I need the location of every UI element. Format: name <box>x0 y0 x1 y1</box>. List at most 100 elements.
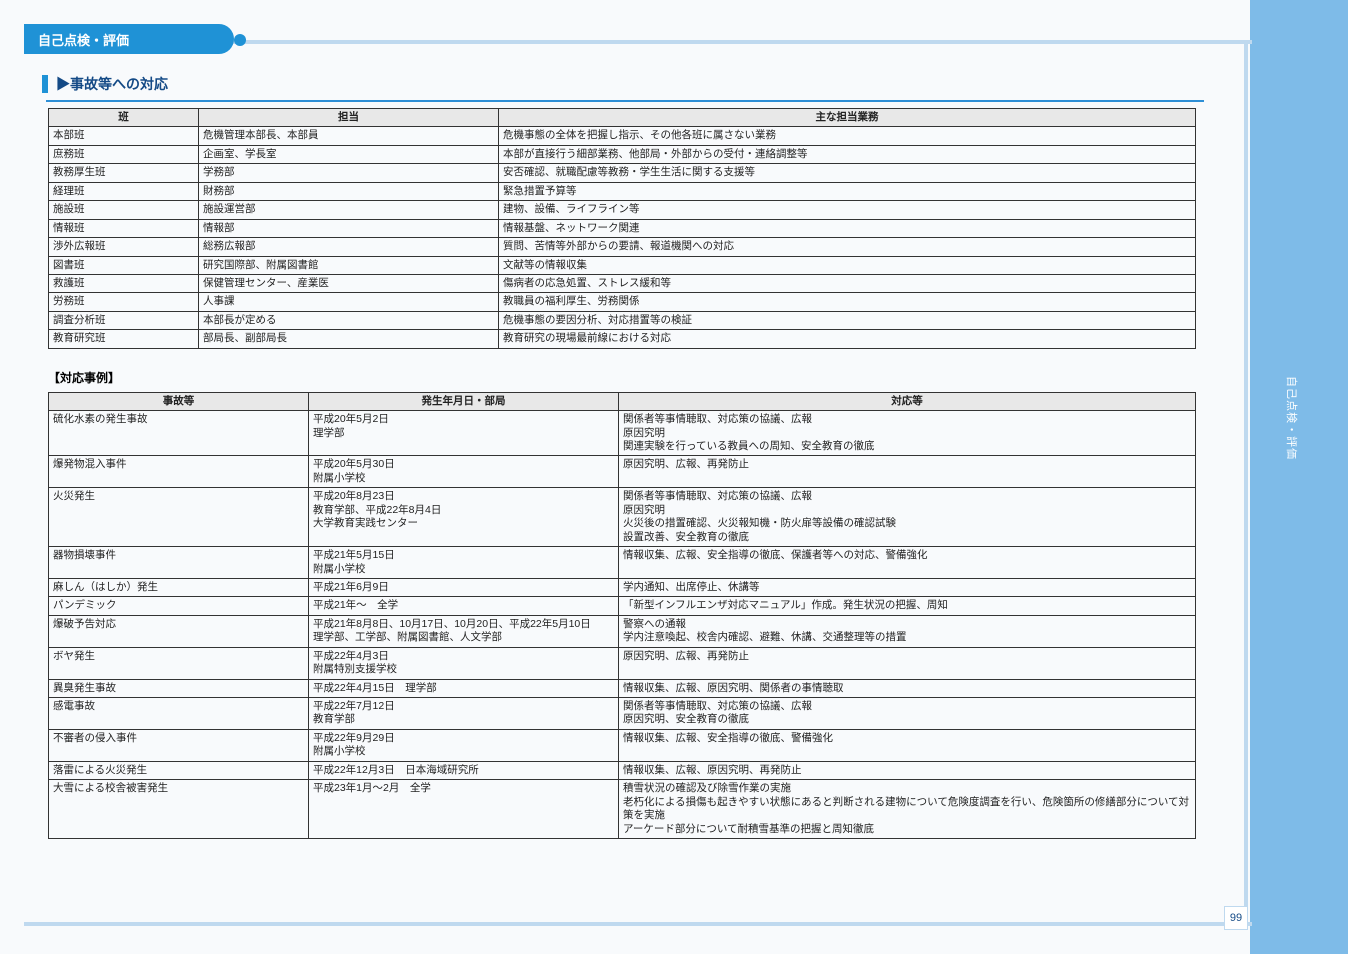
table-cell: 平成23年1月～2月 全学 <box>309 780 619 839</box>
table-row: 図書班研究国際部、附属図書館文献等の情報収集 <box>49 256 1196 274</box>
table-row: 情報班情報部情報基盤、ネットワーク関連 <box>49 219 1196 237</box>
table-cell: 平成21年6月9日 <box>309 578 619 596</box>
table-cell: 本部が直接行う細部業務、他部局・外部からの受付・連絡調整等 <box>499 145 1196 163</box>
table-cell: 落雷による火災発生 <box>49 761 309 779</box>
table-cell: 情報収集、広報、原因究明、再発防止 <box>619 761 1196 779</box>
table-row: 感電事故平成22年7月12日教育学部関係者等事情聴取、対応策の協議、広報原因究明… <box>49 698 1196 730</box>
table-row: 労務班人事課教職員の福利厚生、労務関係 <box>49 293 1196 311</box>
table-cell: 教育研究班 <box>49 330 199 348</box>
table-cell: 警察への通報学内注意喚起、校舎内確認、避難、休講、交通整理等の措置 <box>619 615 1196 647</box>
table-header-row: 班 担当 主な担当業務 <box>49 109 1196 127</box>
table-row: 本部班危機管理本部長、本部員危機事態の全体を把握し指示、その他各班に属さない業務 <box>49 127 1196 145</box>
section-head: ▶事故等への対応 <box>42 74 1222 94</box>
table-cell: 調査分析班 <box>49 311 199 329</box>
table-row: 経理班財務部緊急措置予算等 <box>49 182 1196 200</box>
table-row: 硫化水素の発生事故平成20年5月2日理学部関係者等事情聴取、対応策の協議、広報原… <box>49 411 1196 456</box>
table-cell: 関係者等事情聴取、対応策の協議、広報原因究明関連実験を行っている教員への周知、安… <box>619 411 1196 456</box>
th-2: 主な担当業務 <box>499 109 1196 127</box>
incident-table: 事故等 発生年月日・部局 対応等 硫化水素の発生事故平成20年5月2日理学部関係… <box>48 392 1196 839</box>
table-cell: 麻しん（はしか）発生 <box>49 578 309 596</box>
table-cell: 図書班 <box>49 256 199 274</box>
table-cell: 平成22年7月12日教育学部 <box>309 698 619 730</box>
table-cell: 質問、苦情等外部からの要請、報道機関への対応 <box>499 238 1196 256</box>
table-cell: 平成20年5月30日附属小学校 <box>309 456 619 488</box>
table-cell: 文献等の情報収集 <box>499 256 1196 274</box>
table-cell: 安否確認、就職配慮等教務・学生生活に関する支援等 <box>499 164 1196 182</box>
th-0: 班 <box>49 109 199 127</box>
section-marker-icon <box>42 75 48 93</box>
table-cell: 平成22年9月29日附属小学校 <box>309 729 619 761</box>
table-cell: 研究国際部、附属図書館 <box>199 256 499 274</box>
table-cell: 平成21年～ 全学 <box>309 597 619 615</box>
subhead: 【対応事例】 <box>48 369 1222 386</box>
table-cell: 教育研究の現場最前線における対応 <box>499 330 1196 348</box>
table-row: 渉外広報班総務広報部質問、苦情等外部からの要請、報道機関への対応 <box>49 238 1196 256</box>
tab-dot-icon <box>234 34 246 46</box>
table-cell: 部局長、副部局長 <box>199 330 499 348</box>
table-cell: 平成22年4月15日 理学部 <box>309 679 619 697</box>
table-row: 落雷による火災発生平成22年12月3日 日本海域研究所情報収集、広報、原因究明、… <box>49 761 1196 779</box>
org-table: 班 担当 主な担当業務 本部班危機管理本部長、本部員危機事態の全体を把握し指示、… <box>48 108 1196 349</box>
table-cell: 関係者等事情聴取、対応策の協議、広報原因究明火災後の措置確認、火災報知機・防火扉… <box>619 488 1196 547</box>
table-cell: 危機管理本部長、本部員 <box>199 127 499 145</box>
table-cell: 労務班 <box>49 293 199 311</box>
table-cell: 教務厚生班 <box>49 164 199 182</box>
table-cell: 「新型インフルエンザ対応マニュアル」作成。発生状況の把握、周知 <box>619 597 1196 615</box>
bottom-rule <box>24 922 1252 926</box>
table-row: 調査分析班本部長が定める危機事態の要因分析、対応措置等の検証 <box>49 311 1196 329</box>
table-cell: 関係者等事情聴取、対応策の協議、広報原因究明、安全教育の徹底 <box>619 698 1196 730</box>
table-cell: 経理班 <box>49 182 199 200</box>
table-row: 爆破予告対応平成21年8月8日、10月17日、10月20日、平成22年5月10日… <box>49 615 1196 647</box>
chapter-tab: 自己点検・評価 <box>24 24 234 54</box>
table-row: 大雪による校舎被害発生平成23年1月～2月 全学積雪状況の確認及び除雪作業の実施… <box>49 780 1196 839</box>
table-cell: 情報班 <box>49 219 199 237</box>
side-label: 自己点検・評価 <box>1284 376 1300 460</box>
table-cell: 爆発物混入事件 <box>49 456 309 488</box>
table-cell: 人事課 <box>199 293 499 311</box>
table-cell: 渉外広報班 <box>49 238 199 256</box>
table-row: 教務厚生班学務部安否確認、就職配慮等教務・学生生活に関する支援等 <box>49 164 1196 182</box>
table-cell: 原因究明、広報、再発防止 <box>619 647 1196 679</box>
page-number: 99 <box>1224 906 1248 930</box>
table-cell: 平成20年8月23日教育学部、平成22年8月4日大学教育実践センター <box>309 488 619 547</box>
page-root: 自己点検・評価 自己点検・評価 ▶事故等への対応 班 担当 主な担当業務 本部班… <box>0 0 1348 954</box>
table-cell: 庶務班 <box>49 145 199 163</box>
table-cell: 企画室、学長室 <box>199 145 499 163</box>
table-cell: 建物、設備、ライフライン等 <box>499 201 1196 219</box>
right-sidebar <box>1250 0 1348 954</box>
table-cell: 異臭発生事故 <box>49 679 309 697</box>
chapter-tab-label: 自己点検・評価 <box>38 30 129 49</box>
table-cell: 火災発生 <box>49 488 309 547</box>
table-row: 麻しん（はしか）発生平成21年6月9日学内通知、出席停止、休講等 <box>49 578 1196 596</box>
table-row: 器物損壊事件平成21年5月15日附属小学校情報収集、広報、安全指導の徹底、保護者… <box>49 547 1196 579</box>
right-inner-rule <box>1244 40 1248 910</box>
table-row: 爆発物混入事件平成20年5月30日附属小学校原因究明、広報、再発防止 <box>49 456 1196 488</box>
table-cell: 爆破予告対応 <box>49 615 309 647</box>
content: ▶事故等への対応 班 担当 主な担当業務 本部班危機管理本部長、本部員危機事態の… <box>42 62 1222 839</box>
th2-0: 事故等 <box>49 392 309 410</box>
th2-2: 対応等 <box>619 392 1196 410</box>
table-cell: 傷病者の応急処置、ストレス緩和等 <box>499 274 1196 292</box>
table-cell: 教職員の福利厚生、労務関係 <box>499 293 1196 311</box>
table-cell: 硫化水素の発生事故 <box>49 411 309 456</box>
table-cell: 緊急措置予算等 <box>499 182 1196 200</box>
table-cell: 積雪状況の確認及び除雪作業の実施老朽化による損傷も起きやすい状態にあると判断され… <box>619 780 1196 839</box>
table-cell: 施設運営部 <box>199 201 499 219</box>
table-cell: パンデミック <box>49 597 309 615</box>
table-cell: 器物損壊事件 <box>49 547 309 579</box>
table-cell: 原因究明、広報、再発防止 <box>619 456 1196 488</box>
section-rule <box>46 100 1204 102</box>
table-cell: 危機事態の要因分析、対応措置等の検証 <box>499 311 1196 329</box>
table-cell: 本部長が定める <box>199 311 499 329</box>
table-cell: 学内通知、出席停止、休講等 <box>619 578 1196 596</box>
table-cell: 施設班 <box>49 201 199 219</box>
table-cell: ボヤ発生 <box>49 647 309 679</box>
table-cell: 不審者の侵入事件 <box>49 729 309 761</box>
table-cell: 総務広報部 <box>199 238 499 256</box>
table-cell: 平成22年12月3日 日本海域研究所 <box>309 761 619 779</box>
table-cell: 情報収集、広報、安全指導の徹底、警備強化 <box>619 729 1196 761</box>
table-cell: 本部班 <box>49 127 199 145</box>
table-cell: 救護班 <box>49 274 199 292</box>
table-cell: 平成20年5月2日理学部 <box>309 411 619 456</box>
th-1: 担当 <box>199 109 499 127</box>
